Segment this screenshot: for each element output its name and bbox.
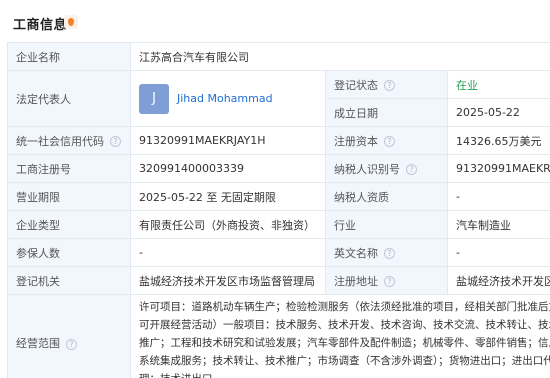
help-icon[interactable]: ? <box>406 164 417 175</box>
company-name-label: 企业名称 <box>7 42 131 71</box>
industry-value: 汽车制造业 <box>446 210 550 239</box>
help-icon[interactable]: ? <box>110 136 121 147</box>
credit-code-value: 91320991MAEKRJAY1H <box>130 126 326 155</box>
reg-authority-value: 盐城经济技术开发区市场监督管理局 <box>130 266 326 295</box>
biz-term-label: 营业期限 <box>7 182 131 211</box>
table-row: 登记机关 盐城经济技术开发区市场监督管理局 注册地址? 盐城经济技术开发区 <box>7 266 550 295</box>
reg-address-value: 盐城经济技术开发区 <box>446 266 550 295</box>
reg-address-label: 注册地址 <box>334 274 378 288</box>
info-badge-icon <box>64 15 78 29</box>
table-row: 参保人数 - 英文名称? - <box>7 238 550 267</box>
biz-scope-label-cell: 经营范围? <box>7 294 131 378</box>
biz-scope-label: 经营范围 <box>16 337 60 350</box>
table-row: 营业期限 2025-05-22 至 无固定期限 纳税人资质 - <box>7 182 550 211</box>
reg-capital-label-cell: 注册资本? <box>325 126 448 155</box>
english-name-label-cell: 英文名称? <box>325 238 448 267</box>
reg-number-value: 320991400003339 <box>130 154 326 183</box>
reg-capital-label: 注册资本 <box>334 134 378 148</box>
biz-term-value: 2025-05-22 至 无固定期限 <box>130 182 326 211</box>
section-header: 工商信息 <box>0 0 550 44</box>
reg-address-label-cell: 注册地址? <box>325 266 448 295</box>
biz-scope-value: 许可项目：道路机动车辆生产；检验检测服务（依法须经批准的项目，经相关部门批准后方… <box>129 294 550 378</box>
table-row: 工商注册号 320991400003339 纳税人识别号? 91320991MA… <box>7 154 550 183</box>
company-type-value: 有限责任公司（外商投资、非独资） <box>130 210 326 239</box>
insured-value: - <box>130 238 326 267</box>
reg-authority-label: 登记机关 <box>7 266 131 295</box>
taxpayer-id-value: 91320991MAEKRJAY1H <box>446 154 550 183</box>
table-row: 经营范围? 许可项目：道路机动车辆生产；检验检测服务（依法须经批准的项目，经相关… <box>7 294 550 378</box>
help-icon[interactable]: ? <box>384 276 395 287</box>
help-icon[interactable]: ? <box>384 136 395 147</box>
english-name-label: 英文名称 <box>334 246 378 260</box>
taxpayer-id-label-cell: 纳税人识别号? <box>325 154 448 183</box>
company-name-value: 江苏高合汽车有限公司 <box>129 42 550 71</box>
table-row: 统一社会信用代码? 91320991MAEKRJAY1H 注册资本? 14326… <box>7 126 550 155</box>
help-icon[interactable]: ? <box>384 80 395 91</box>
help-icon[interactable]: ? <box>66 338 77 350</box>
legal-rep-label: 法定代表人 <box>7 70 131 127</box>
taxpayer-id-label: 纳税人识别号 <box>334 162 400 176</box>
credit-code-label-cell: 统一社会信用代码? <box>7 126 131 155</box>
avatar[interactable]: J <box>139 83 169 114</box>
taxpayer-qual-label: 纳税人资质 <box>325 182 448 211</box>
company-type-label: 企业类型 <box>7 210 131 239</box>
english-name-value: - <box>446 238 550 267</box>
table-row: 企业名称 江苏高合汽车有限公司 <box>7 42 550 71</box>
reg-status-value: 在业 <box>446 70 550 99</box>
reg-status-label-cell: 登记状态? <box>325 70 448 99</box>
industry-label: 行业 <box>325 210 448 239</box>
reg-status-label: 登记状态 <box>334 78 378 92</box>
established-value: 2025-05-22 <box>446 98 550 127</box>
established-label: 成立日期 <box>325 98 448 127</box>
taxpayer-qual-value: - <box>446 182 550 211</box>
table-row: 法定代表人 J Jihad Mohammad 登记状态? 在业 <box>7 70 550 127</box>
section-title: 工商信息 <box>13 18 68 33</box>
legal-rep-cell: J Jihad Mohammad <box>130 70 326 127</box>
reg-number-label: 工商注册号 <box>7 154 131 183</box>
credit-code-label: 统一社会信用代码 <box>16 134 104 148</box>
reg-capital-value: 14326.65万美元 <box>446 126 550 155</box>
insured-label: 参保人数 <box>7 238 131 267</box>
business-info-table: 企业名称 江苏高合汽车有限公司 法定代表人 J Jihad Mohammad 登记… <box>7 42 550 378</box>
legal-rep-link[interactable]: Jihad Mohammad <box>177 92 273 105</box>
status-badge: 在业 <box>456 78 478 92</box>
help-icon[interactable]: ? <box>384 248 395 259</box>
table-row: 企业类型 有限责任公司（外商投资、非独资） 行业 汽车制造业 <box>7 210 550 239</box>
